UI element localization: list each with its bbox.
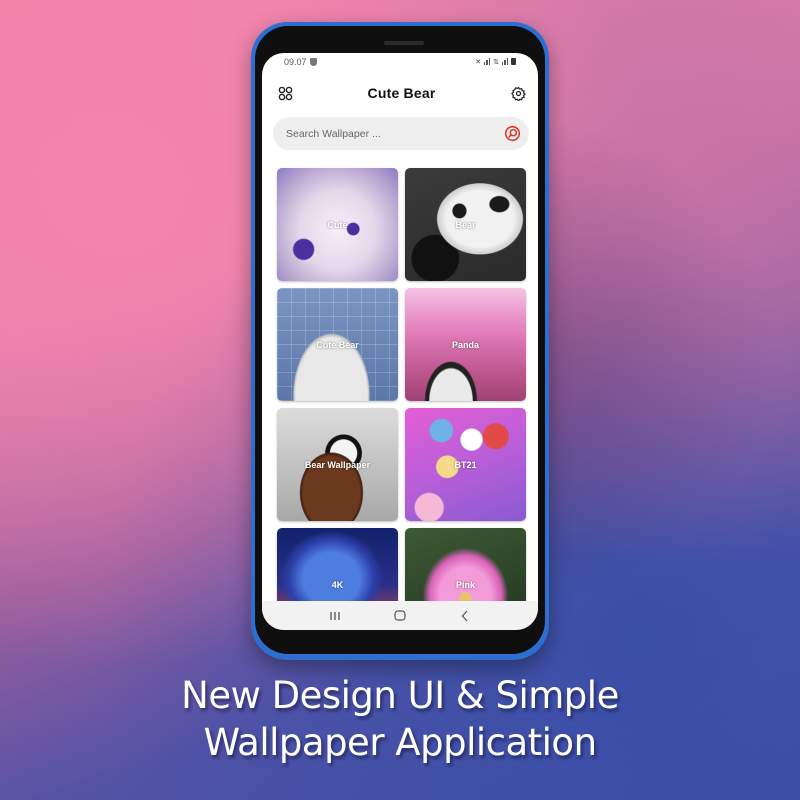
system-nav-bar <box>262 601 538 630</box>
promo-caption: New Design UI & Simple Wallpaper Applica… <box>0 672 800 766</box>
signal-icon <box>483 58 491 65</box>
category-tile-bt21[interactable]: BT21 <box>405 408 526 521</box>
category-label: Panda <box>451 339 479 350</box>
search-icon <box>504 125 520 142</box>
data-icon: ⇅ <box>493 58 499 66</box>
category-tile-cute[interactable]: Cute <box>277 168 398 281</box>
category-label: Cute Bear <box>316 339 359 350</box>
app-bar: Cute Bear <box>262 70 538 116</box>
grid-menu-icon <box>278 86 292 100</box>
back-button[interactable] <box>450 606 480 626</box>
category-tile-bear[interactable]: Bear <box>405 168 526 281</box>
back-icon <box>461 610 468 621</box>
category-label: Cute <box>327 219 348 230</box>
category-tile-bear-wallpaper[interactable]: Bear Wallpaper <box>277 408 398 521</box>
battery-icon <box>511 58 516 65</box>
recents-button[interactable] <box>320 606 350 626</box>
shield-icon <box>309 57 317 66</box>
wallpaper-category-grid: Cute Bear Cute Bear Panda Bear Wallpaper <box>277 168 526 630</box>
signal-icon <box>501 58 508 65</box>
home-icon <box>394 610 406 621</box>
gear-icon <box>510 86 526 101</box>
home-button[interactable] <box>385 606 415 626</box>
settings-button[interactable] <box>509 84 527 102</box>
status-time: 09.07 <box>284 56 307 67</box>
earpiece-speaker <box>384 41 424 45</box>
recents-icon <box>330 611 340 620</box>
phone-mockup: 09.07 ✕ ⇅ Cute Bear Search Wallpaper ...… <box>251 22 549 660</box>
category-tile-cute-bear[interactable]: Cute Bear <box>277 288 398 401</box>
caption-line-1: New Design UI & Simple <box>181 674 619 717</box>
category-label: Bear <box>455 219 476 230</box>
phone-screen: 09.07 ✕ ⇅ Cute Bear Search Wallpaper ...… <box>262 53 538 630</box>
category-label: Bear Wallpaper <box>304 459 371 470</box>
category-label: BT21 <box>454 459 477 470</box>
category-label: Pink <box>455 579 475 590</box>
search-button[interactable] <box>503 125 521 143</box>
caption-line-2: Wallpaper Application <box>203 721 597 764</box>
mute-icon: ✕ <box>475 58 481 66</box>
app-title: Cute Bear <box>367 85 436 101</box>
search-bar <box>273 117 529 150</box>
status-bar: 09.07 ✕ ⇅ <box>262 53 538 70</box>
category-tile-panda[interactable]: Panda <box>405 288 526 401</box>
search-input[interactable] <box>286 127 466 140</box>
category-label: 4K <box>331 579 344 590</box>
menu-button[interactable] <box>276 84 294 102</box>
